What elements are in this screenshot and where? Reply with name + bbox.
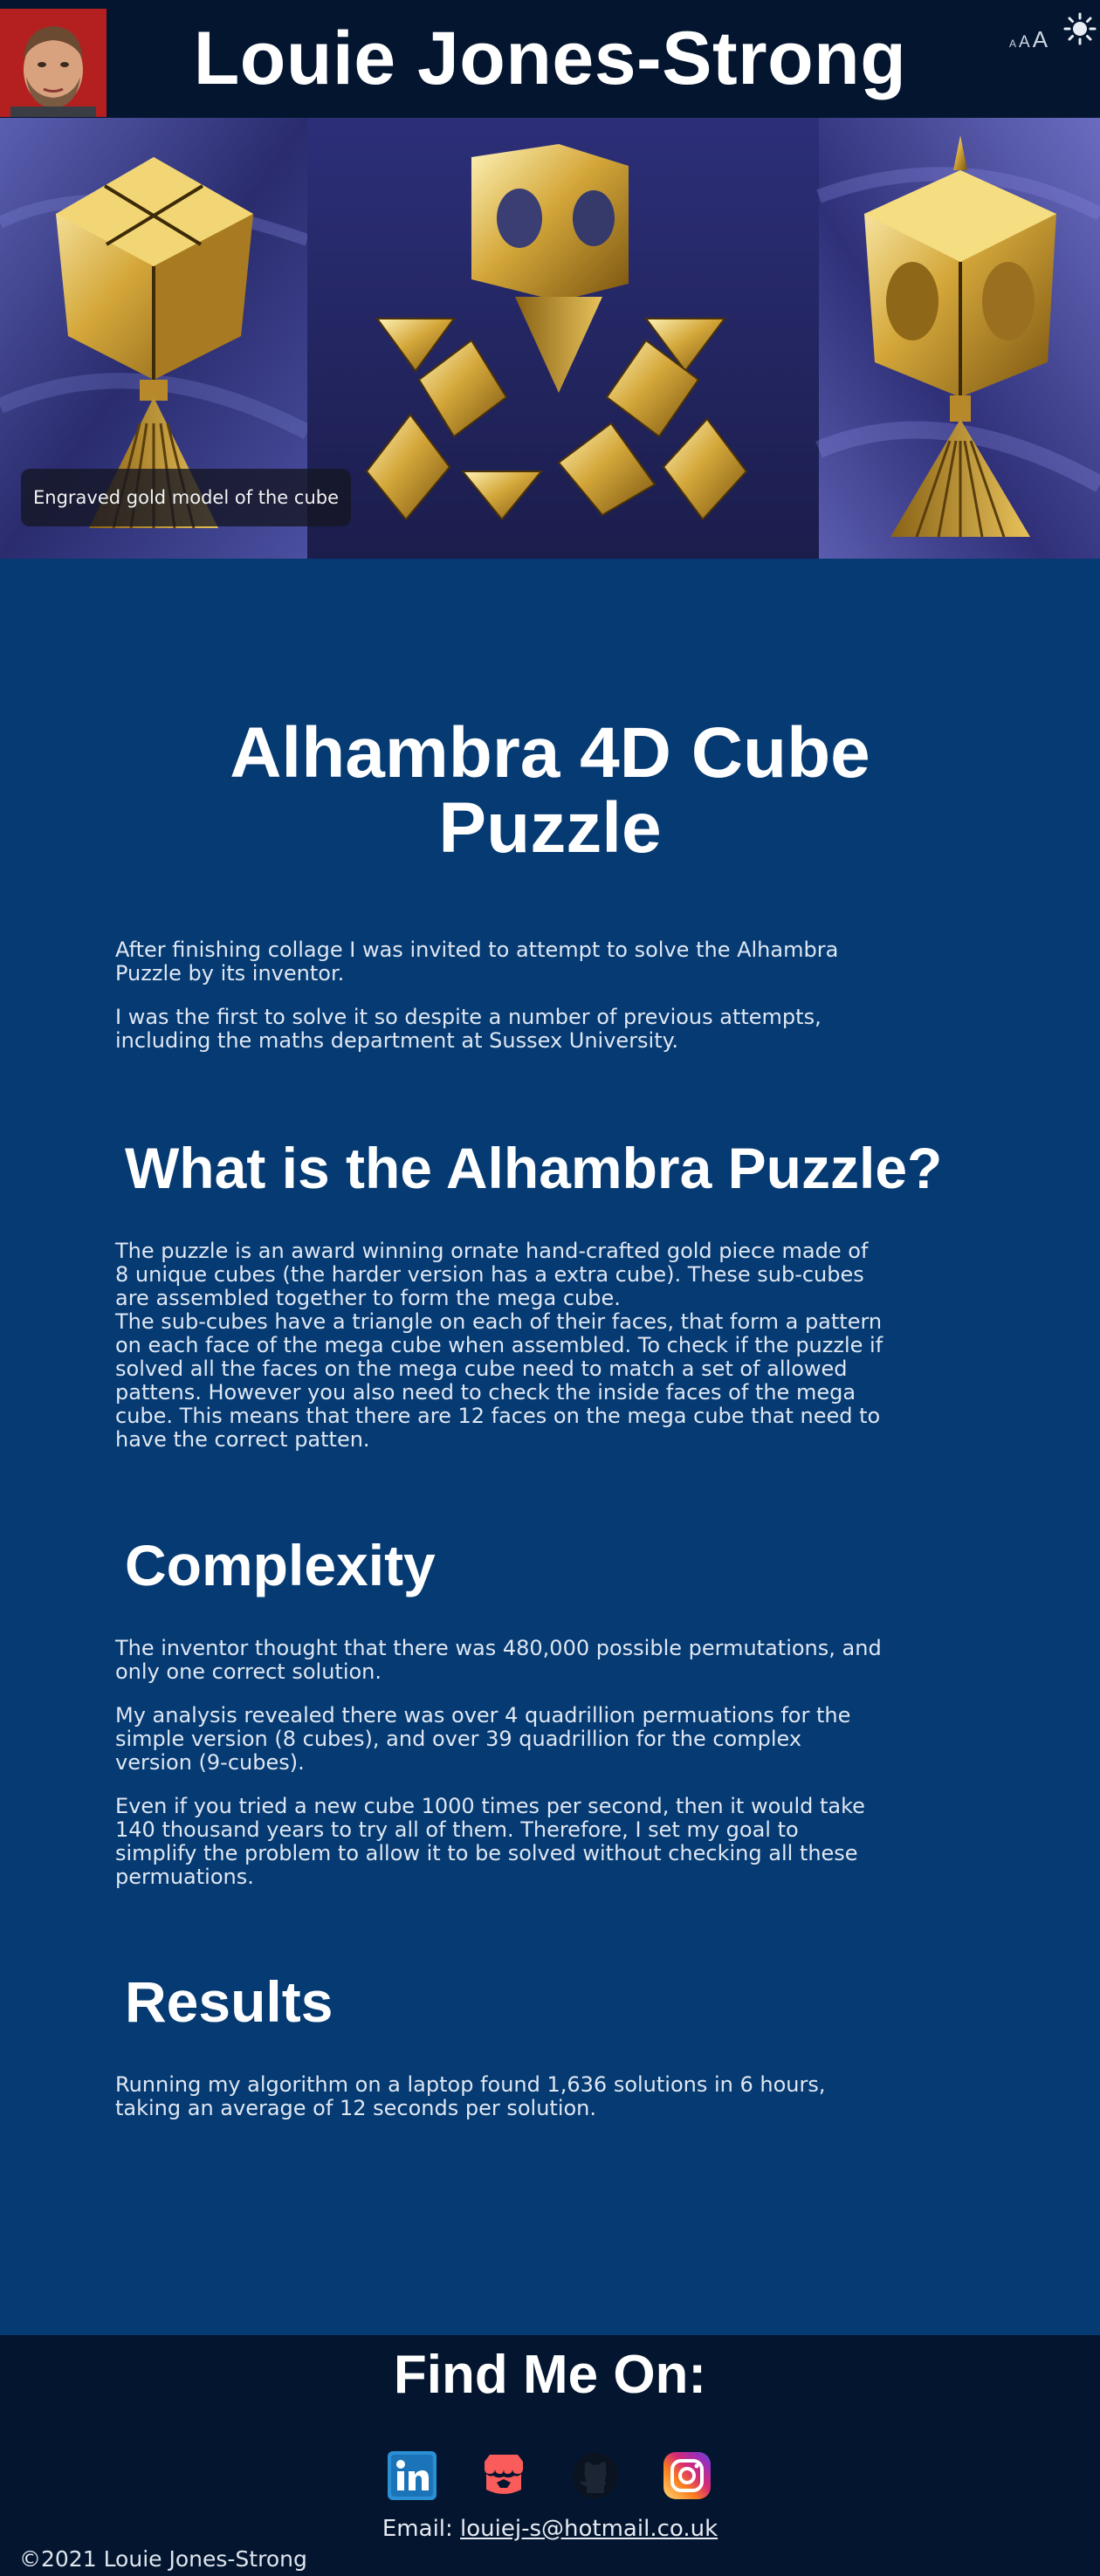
email-line: Email: louiej-s@hotmail.co.uk <box>0 2516 1100 2542</box>
main-content: Alhambra 4D Cube Puzzle After finishing … <box>0 559 1100 2335</box>
intro-paragraph-1: After finishing collage I was invited to… <box>115 938 839 986</box>
complexity-paragraph-1: The inventor thought that there was 480,… <box>115 1636 882 1684</box>
intro-paragraph-2: I was the first to solve it so despite a… <box>115 1005 822 1053</box>
email-label: Email: <box>382 2516 461 2542</box>
copyright-text: ©2021 Louie Jones-Strong <box>19 2546 307 2572</box>
hero-caption: Engraved gold model of the cube <box>21 469 352 526</box>
page-title: Alhambra 4D Cube Puzzle <box>230 713 870 868</box>
section-heading-results: Results <box>125 1969 333 2034</box>
sun-icon[interactable] <box>1063 12 1097 45</box>
font-size-small-button[interactable]: A <box>1009 38 1016 50</box>
complexity-paragraph-2: My analysis revealed there was over 4 qu… <box>115 1703 851 1775</box>
itchio-icon[interactable] <box>478 2449 530 2502</box>
font-size-large-button[interactable]: A <box>1033 26 1048 53</box>
email-link[interactable]: louiej-s@hotmail.co.uk <box>460 2516 718 2542</box>
complexity-paragraph-3: Even if you tried a new cube 1000 times … <box>115 1794 865 1889</box>
linkedin-icon[interactable] <box>386 2449 438 2502</box>
footer-heading: Find Me On: <box>393 2345 707 2405</box>
what-paragraph-1: The puzzle is an award winning ornate ha… <box>115 1239 869 1310</box>
font-size-medium-button[interactable]: A <box>1019 33 1030 52</box>
hero-image: Engraved gold model of the cube <box>0 118 1100 559</box>
section-heading-what: What is the Alhambra Puzzle? <box>125 1136 943 1200</box>
site-title[interactable]: Louie Jones-Strong <box>0 16 1100 102</box>
site-footer: Find Me On: Email: louiej-s@hotmail.co.u… <box>0 2335 1100 2576</box>
github-icon[interactable] <box>569 2449 622 2502</box>
what-paragraph-2: The sub-cubes have a triangle on each of… <box>115 1309 883 1452</box>
font-size-controls: A A A <box>1009 26 1048 53</box>
instagram-icon[interactable] <box>661 2449 713 2502</box>
results-paragraph-1: Running my algorithm on a laptop found 1… <box>115 2072 826 2120</box>
section-heading-complexity: Complexity <box>125 1533 436 1597</box>
site-header: Louie Jones-Strong A A A <box>0 0 1100 118</box>
